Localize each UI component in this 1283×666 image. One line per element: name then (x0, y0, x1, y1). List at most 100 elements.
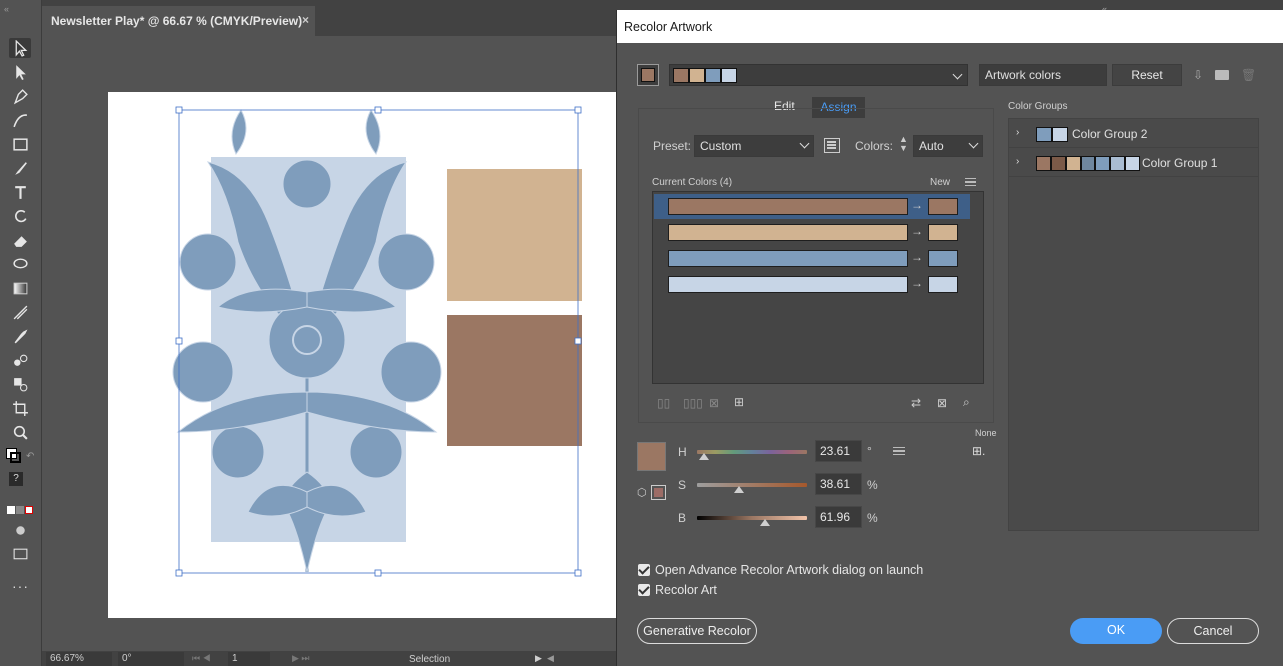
generative-recolor-button[interactable]: Generative Recolor (637, 618, 757, 644)
help-icon[interactable]: ? (9, 472, 23, 486)
scroll-left-icon[interactable]: ◀ (547, 653, 554, 664)
merge-colors-icon[interactable]: ▯▯ (657, 396, 670, 410)
current-color-bar[interactable] (668, 276, 908, 293)
preset-dropdown[interactable]: Custom (694, 135, 814, 157)
arrow-icon[interactable]: → (911, 250, 923, 264)
arrow-icon[interactable]: → (911, 276, 923, 290)
chevron-right-icon[interactable]: › (1016, 127, 1019, 138)
eraser-tool-icon[interactable] (9, 230, 31, 250)
color-row[interactable]: → (654, 194, 970, 219)
hue-slider[interactable] (697, 450, 807, 454)
colors-stepper-icon[interactable]: ▲ ▼ (899, 135, 908, 153)
active-color-group-swatch[interactable] (637, 64, 659, 86)
recolor-artwork-dialog: Recolor Artwork Artwork colors Reset ⇩ 🗑… (616, 10, 1283, 666)
randomly-change-saturation-icon[interactable]: ⊠ (937, 396, 947, 410)
hue-slider-thumb[interactable] (699, 453, 710, 460)
color-group-item[interactable]: › Color Group 1 (1009, 149, 1258, 177)
brightness-input[interactable]: 61.96 (815, 506, 862, 528)
prev-artboard-icon[interactable]: ⏮ ◀ (192, 653, 211, 664)
none-mode-icon[interactable] (25, 506, 33, 514)
current-color-bar[interactable] (668, 198, 908, 215)
zoom-field[interactable]: 66.67% (46, 652, 112, 666)
collapse-icon[interactable]: « (4, 4, 9, 14)
lasso-tool-icon[interactable] (9, 254, 31, 274)
arrow-icon[interactable]: → (911, 224, 923, 238)
delete-icon[interactable]: 🗑 (1241, 68, 1256, 82)
rotation-field[interactable]: 0° (118, 652, 184, 666)
swap-colors-icon[interactable]: ↶ (26, 451, 34, 462)
saturation-label: S (678, 478, 687, 492)
shape-builder-tool-icon[interactable] (9, 374, 31, 394)
randomly-change-order-icon[interactable]: ⇄ (911, 396, 921, 410)
new-color-swatch[interactable] (928, 224, 958, 241)
artboard-number-field[interactable]: 1 (228, 652, 270, 666)
color-row[interactable]: → (654, 246, 970, 271)
document-tab[interactable]: Newsletter Play* @ 66.67 % (CMYK/Preview… (42, 6, 315, 36)
ok-button[interactable]: OK (1070, 618, 1162, 644)
color-mode-icon[interactable] (7, 506, 15, 514)
hue-unit: ° (867, 444, 872, 458)
list-menu-icon[interactable] (965, 178, 976, 186)
type-tool-icon[interactable] (9, 182, 31, 202)
close-tab-icon[interactable]: × (302, 13, 309, 27)
colors-dropdown[interactable]: Auto (913, 135, 983, 157)
recolor-art-checkbox[interactable] (638, 584, 650, 596)
saturation-slider-thumb[interactable] (734, 486, 745, 493)
artboard-tool-icon[interactable] (9, 398, 31, 418)
chevron-down-icon (799, 138, 810, 149)
arrow-icon[interactable]: → (911, 198, 923, 212)
curvature-tool-icon[interactable] (9, 110, 31, 130)
new-color-swatch[interactable] (928, 198, 958, 215)
draw-mode-icon[interactable] (9, 520, 31, 540)
color-library-icon[interactable]: ⊞. (972, 444, 985, 458)
color-row[interactable]: → (654, 220, 970, 245)
paintbrush-tool-icon[interactable] (9, 158, 31, 178)
reset-button[interactable]: Reset (1112, 64, 1182, 86)
artboard[interactable] (108, 92, 618, 618)
new-color-swatch[interactable] (928, 276, 958, 293)
brightness-slider-thumb[interactable] (760, 519, 771, 526)
color-group-item[interactable]: › Color Group 2 (1009, 120, 1258, 148)
hue-input[interactable]: 23.61 (815, 440, 862, 462)
harmony-rules-dropdown[interactable] (669, 64, 968, 86)
3d-cube-icon[interactable]: ⬡ (637, 486, 647, 499)
zoom-tool-icon[interactable] (9, 422, 31, 442)
gradient-tool-icon[interactable] (9, 278, 31, 298)
saturation-input[interactable]: 38.61 (815, 473, 862, 495)
current-color-bar[interactable] (668, 224, 908, 241)
new-color-swatch[interactable] (928, 250, 958, 267)
artwork-colors-field[interactable]: Artwork colors (979, 64, 1107, 86)
blend-tool-icon[interactable] (9, 350, 31, 370)
saturation-slider[interactable] (697, 483, 807, 487)
cancel-button[interactable]: Cancel (1167, 618, 1259, 644)
selected-color-swatch[interactable] (637, 442, 666, 471)
stroke-swatch-icon[interactable] (10, 452, 21, 463)
saturation-unit: % (867, 478, 878, 492)
gradient-mode-icon[interactable] (16, 506, 24, 514)
next-artboard-icon[interactable]: ▶ ⏭ (292, 653, 310, 664)
direct-selection-tool-icon[interactable] (9, 62, 31, 82)
screen-mode-icon[interactable] (9, 544, 31, 564)
rotate-tool-icon[interactable] (9, 206, 31, 226)
folder-icon[interactable] (1215, 70, 1229, 80)
exclude-colors-icon[interactable]: ⊠ (709, 396, 719, 410)
new-row-icon[interactable]: ⊞ (734, 395, 744, 409)
eyedropper-tool-icon[interactable] (9, 326, 31, 346)
hsb-menu-icon[interactable] (893, 447, 905, 455)
open-advance-checkbox[interactable] (638, 564, 650, 576)
current-color-bar[interactable] (668, 250, 908, 267)
out-of-gamut-swatch[interactable] (651, 485, 666, 500)
rectangle-tool-icon[interactable] (9, 134, 31, 154)
preset-options-icon[interactable] (824, 138, 840, 153)
more-tools-icon[interactable]: ··· (12, 578, 29, 594)
mesh-tool-icon[interactable] (9, 302, 31, 322)
status-menu-icon[interactable]: ▶ (535, 653, 542, 664)
find-color-in-artwork-icon[interactable]: ⌕ (963, 395, 970, 410)
brightness-slider[interactable] (697, 516, 807, 520)
separate-colors-icon[interactable]: ▯▯▯ (683, 396, 703, 410)
chevron-right-icon[interactable]: › (1016, 156, 1019, 167)
pen-tool-icon[interactable] (9, 86, 31, 106)
color-row[interactable]: → (654, 272, 970, 297)
selection-tool-icon[interactable] (9, 38, 31, 58)
get-colors-icon[interactable]: ⇩ (1193, 68, 1203, 82)
